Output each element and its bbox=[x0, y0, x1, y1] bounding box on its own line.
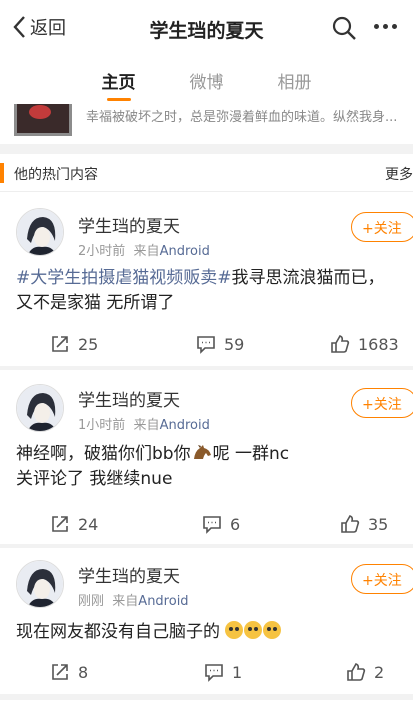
comment-count: 6 bbox=[230, 514, 241, 534]
card-thumbnail bbox=[14, 104, 72, 136]
source-link[interactable]: Android bbox=[138, 594, 188, 609]
avatar[interactable] bbox=[16, 384, 64, 432]
username[interactable]: 学生珰的夏天 bbox=[78, 212, 180, 237]
avatar[interactable] bbox=[16, 208, 64, 256]
action-bar: 24 6 35 bbox=[0, 514, 413, 544]
bottom-strip bbox=[0, 700, 413, 712]
tab-home[interactable]: 主页 bbox=[102, 58, 136, 104]
post-time: 2小时前 bbox=[78, 244, 126, 259]
comment-icon bbox=[197, 336, 215, 354]
comment-button[interactable]: 6 bbox=[202, 514, 240, 534]
profile-tabs: 主页 微博 相册 bbox=[0, 58, 413, 104]
thumbs-up-icon bbox=[347, 663, 366, 681]
repost-count: 25 bbox=[78, 334, 99, 354]
repost-button[interactable]: 24 bbox=[50, 514, 98, 534]
horse-emoji-icon bbox=[193, 445, 211, 459]
post-card[interactable]: 学生珰的夏天 1小时前 来自Android +关注 神经啊，破猫你们bb你 呢 一… bbox=[0, 370, 413, 544]
avatar-image bbox=[17, 385, 63, 431]
post-text: 神经啊，破猫你们bb你 呢 一群nc 关评论了 我继续nue bbox=[16, 442, 399, 492]
repost-count: 24 bbox=[78, 514, 99, 534]
thumbs-up-icon bbox=[341, 515, 360, 533]
post-body-line1: 神经啊，破猫你们bb你 bbox=[16, 444, 191, 464]
follow-button[interactable]: +关注 bbox=[351, 212, 413, 242]
card-text: 幸福被破坏之时，总是弥漫着鲜血的味道。纵然我身... bbox=[86, 110, 398, 125]
username[interactable]: 学生珰的夏天 bbox=[78, 386, 180, 411]
post-meta: 2小时前 来自Android bbox=[78, 240, 210, 259]
avatar[interactable] bbox=[16, 560, 64, 608]
source-link[interactable]: Android bbox=[160, 244, 210, 259]
repost-button[interactable]: 8 bbox=[50, 662, 88, 682]
post-time: 1小时前 bbox=[78, 418, 126, 433]
comment-button[interactable]: 1 bbox=[204, 662, 242, 682]
post-time: 刚刚 bbox=[78, 594, 105, 609]
post-meta: 1小时前 来自Android bbox=[78, 414, 210, 433]
comment-count: 59 bbox=[224, 334, 245, 354]
repost-icon bbox=[52, 516, 68, 532]
more-icon[interactable] bbox=[374, 24, 397, 29]
avatar-image bbox=[17, 209, 63, 255]
repost-button[interactable]: 25 bbox=[50, 334, 98, 354]
top-nav-bar: 返回 学生珰的夏天 bbox=[0, 0, 413, 58]
post-body-line1-end: 呢 一群nc bbox=[212, 444, 290, 464]
source-prefix: 来自 bbox=[112, 594, 139, 609]
post-body: 现在网友都没有自己脑子的 bbox=[16, 622, 220, 642]
action-bar: 8 1 2 bbox=[0, 662, 413, 692]
previous-card[interactable]: 幸福被破坏之时，总是弥漫着鲜血的味道。纵然我身... bbox=[0, 104, 413, 144]
doge-emoji-icon bbox=[263, 621, 282, 639]
repost-icon bbox=[52, 664, 68, 680]
hashtag-link[interactable]: #大学生拍摄虐猫视频贩卖# bbox=[16, 268, 232, 288]
post-card[interactable]: 学生珰的夏天 2小时前 来自Android +关注 #大学生拍摄虐猫视频贩卖#我… bbox=[0, 192, 413, 366]
like-count: 1683 bbox=[358, 334, 399, 354]
section-label: 他的热门内容 bbox=[14, 167, 98, 183]
section-accent-bar bbox=[0, 163, 4, 183]
like-button[interactable]: 2 bbox=[346, 662, 384, 682]
post-card[interactable]: 学生珰的夏天 刚刚 来自Android +关注 现在网友都没有自己脑子的 8 1… bbox=[0, 548, 413, 694]
comment-button[interactable]: 59 bbox=[196, 334, 244, 354]
tab-weibo[interactable]: 微博 bbox=[190, 58, 224, 104]
like-count: 2 bbox=[374, 662, 385, 682]
post-text: #大学生拍摄虐猫视频贩卖#我寻思流浪猫而已，又不是家猫 无所谓了 bbox=[16, 266, 399, 316]
search-icon[interactable] bbox=[331, 15, 357, 41]
hot-content-header: 他的热门内容 更多 bbox=[0, 154, 413, 192]
follow-button[interactable]: +关注 bbox=[351, 564, 413, 594]
like-count: 35 bbox=[368, 514, 389, 534]
avatar-image bbox=[17, 561, 63, 607]
post-meta: 刚刚 来自Android bbox=[78, 590, 189, 609]
repost-icon bbox=[52, 336, 68, 352]
action-bar: 25 59 1683 bbox=[0, 334, 413, 364]
repost-count: 8 bbox=[78, 662, 89, 682]
post-text: 现在网友都没有自己脑子的 bbox=[16, 620, 399, 645]
username[interactable]: 学生珰的夏天 bbox=[78, 562, 180, 587]
tab-album[interactable]: 相册 bbox=[278, 58, 312, 104]
source-prefix: 来自 bbox=[133, 418, 160, 433]
follow-button[interactable]: +关注 bbox=[351, 388, 413, 418]
comment-count: 1 bbox=[232, 662, 243, 682]
source-prefix: 来自 bbox=[133, 244, 160, 259]
comment-icon bbox=[205, 664, 223, 682]
doge-emoji-icon bbox=[225, 621, 244, 639]
comment-icon bbox=[203, 516, 221, 534]
post-body-line2: 关评论了 我继续nue bbox=[16, 469, 173, 489]
like-button[interactable]: 35 bbox=[340, 514, 388, 534]
doge-emoji-icon bbox=[244, 621, 263, 639]
more-link[interactable]: 更多 bbox=[385, 164, 413, 184]
source-link[interactable]: Android bbox=[160, 418, 210, 433]
like-button[interactable]: 1683 bbox=[330, 334, 399, 354]
thumbs-up-icon bbox=[331, 335, 350, 353]
